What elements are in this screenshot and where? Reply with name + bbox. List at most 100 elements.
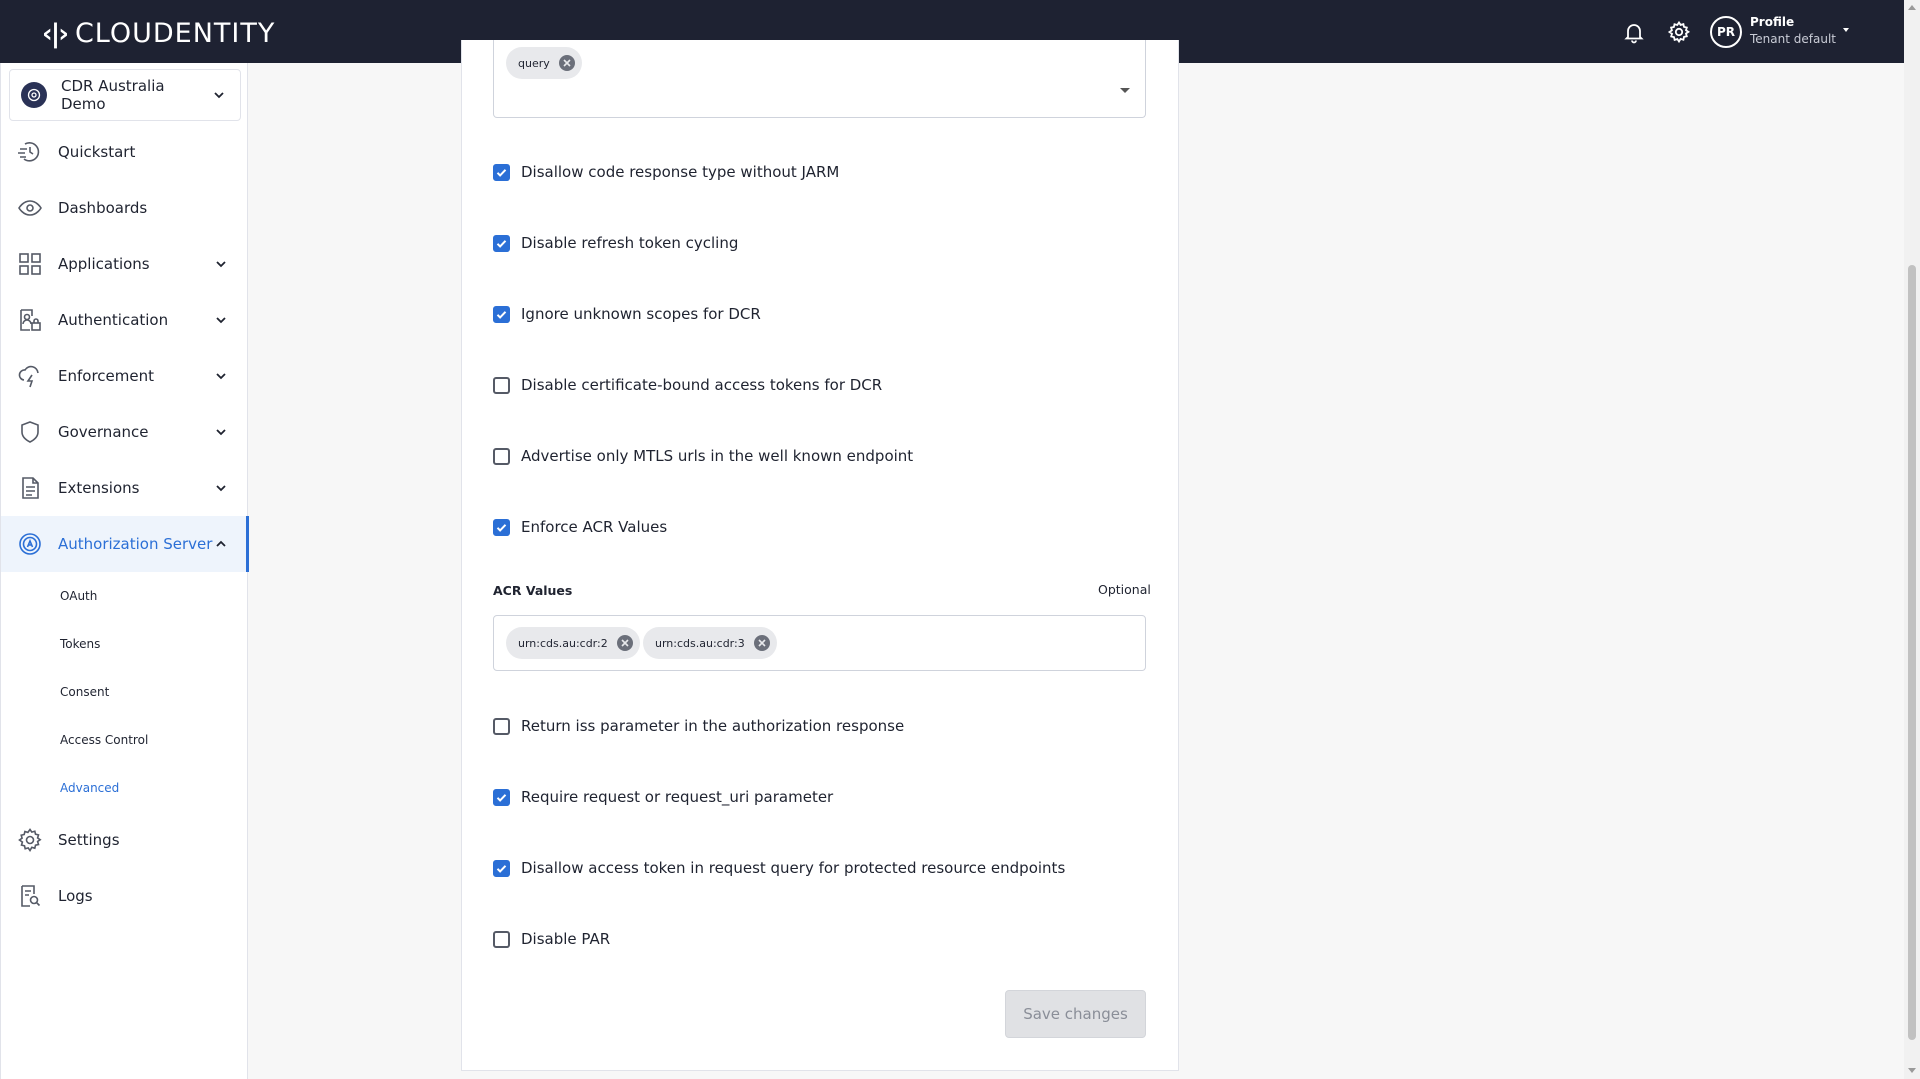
sidebar-item-extensions[interactable]: Extensions xyxy=(1,460,249,516)
chip-label: urn:cds.au:cdr:3 xyxy=(655,636,745,650)
option-enforce-acr-values[interactable]: Enforce ACR Values xyxy=(493,515,667,539)
remove-chip-icon[interactable] xyxy=(753,634,771,652)
option-disable-cert-bound-tokens[interactable]: Disable certificate-bound access tokens … xyxy=(493,373,882,397)
option-disable-par[interactable]: Disable PAR xyxy=(493,927,610,951)
checkbox[interactable] xyxy=(493,518,510,536)
acr-values-label: ACR Values xyxy=(493,583,573,598)
document-icon xyxy=(22,477,39,499)
checkbox[interactable] xyxy=(493,447,510,465)
chevron-down-icon xyxy=(216,429,226,436)
profile-caret-icon[interactable] xyxy=(1843,28,1849,32)
subnav-item-tokens[interactable]: Tokens xyxy=(60,637,100,651)
sidebar-item-authorization-server[interactable]: Authorization Server xyxy=(1,516,249,572)
option-disable-refresh-token-cycling[interactable]: Disable refresh token cycling xyxy=(493,231,738,255)
sidebar: CDR Australia Demo Quickstart Dashboards… xyxy=(0,63,249,1079)
checkbox[interactable] xyxy=(493,717,510,735)
checkbox[interactable] xyxy=(493,234,510,252)
sidebar-item-authentication[interactable]: Authentication xyxy=(1,292,249,348)
sidebar-item-label: Applications xyxy=(58,255,150,273)
option-label: Ignore unknown scopes for DCR xyxy=(521,305,761,323)
workspace-name: CDR Australia Demo xyxy=(61,77,165,113)
eye-icon xyxy=(18,200,42,216)
checkbox[interactable] xyxy=(493,859,510,877)
sidebar-item-enforcement[interactable]: Enforcement xyxy=(1,348,249,404)
chip-acr-value: urn:cds.au:cdr:2 xyxy=(506,627,640,659)
logo-mark-icon: ‹|› xyxy=(42,18,69,49)
subnav-item-oauth[interactable]: OAuth xyxy=(60,589,97,603)
checkmark-icon xyxy=(496,310,507,319)
remove-chip-icon[interactable] xyxy=(616,634,634,652)
workspace-icon xyxy=(21,82,47,108)
gear-icon[interactable] xyxy=(1667,20,1691,44)
checkbox[interactable] xyxy=(493,305,510,323)
workspace-selector[interactable]: CDR Australia Demo xyxy=(9,69,241,121)
chevron-down-icon xyxy=(216,261,226,268)
chevron-down-icon xyxy=(216,373,226,380)
logo[interactable]: ‹|› CLOUDENTITY xyxy=(42,18,275,49)
option-label: Enforce ACR Values xyxy=(521,518,668,536)
quickstart-icon xyxy=(18,142,40,162)
dropdown-caret-icon[interactable] xyxy=(1120,88,1130,93)
chip-label: urn:cds.au:cdr:2 xyxy=(518,636,608,650)
checkbox[interactable] xyxy=(493,163,510,181)
subnav-item-access-control[interactable]: Access Control xyxy=(60,733,148,747)
remove-chip-icon[interactable] xyxy=(558,54,576,72)
acr-optional-label: Optional xyxy=(1098,582,1151,597)
profile-menu[interactable]: Profile Tenant default xyxy=(1750,15,1836,46)
server-a-icon xyxy=(19,533,41,555)
sidebar-item-label: Dashboards xyxy=(58,199,148,217)
checkmark-icon xyxy=(496,864,507,873)
option-label: Disable refresh token cycling xyxy=(521,234,739,252)
sidebar-item-quickstart[interactable]: Quickstart xyxy=(1,124,249,180)
avatar[interactable]: PR xyxy=(1710,16,1742,48)
sidebar-item-label: Authentication xyxy=(58,311,169,329)
acr-values-input[interactable]: urn:cds.au:cdr:2 urn:cds.au:cdr:3 xyxy=(493,615,1146,671)
sidebar-item-logs[interactable]: Logs xyxy=(1,868,249,924)
logo-text: CLOUDENTITY xyxy=(74,18,276,49)
option-label: Advertise only MTLS urls in the well kno… xyxy=(521,447,914,465)
scroll-down-icon[interactable] xyxy=(1908,1068,1916,1073)
sidebar-item-label: Governance xyxy=(58,423,149,441)
checkmark-icon xyxy=(496,168,507,177)
option-advertise-mtls-only[interactable]: Advertise only MTLS urls in the well kno… xyxy=(493,444,913,468)
chevron-up-icon xyxy=(216,540,226,547)
profile-name: Profile xyxy=(1750,15,1795,29)
subnav-item-consent[interactable]: Consent xyxy=(60,685,109,699)
sidebar-item-applications[interactable]: Applications xyxy=(1,236,249,292)
sidebar-item-settings[interactable]: Settings xyxy=(1,812,249,868)
logs-search-icon xyxy=(21,885,41,907)
option-label: Disable certificate-bound access tokens … xyxy=(521,376,883,394)
option-require-request-uri[interactable]: Require request or request_uri parameter xyxy=(493,785,833,809)
settings-card xyxy=(461,40,1179,1071)
sidebar-item-governance[interactable]: Governance xyxy=(1,404,249,460)
shield-icon xyxy=(21,421,39,443)
checkmark-icon xyxy=(496,523,507,532)
sidebar-item-dashboards[interactable]: Dashboards xyxy=(1,180,249,236)
option-label: Disallow access token in request query f… xyxy=(521,859,1066,877)
scrollbar-thumb[interactable] xyxy=(1908,265,1916,1040)
checkbox[interactable] xyxy=(493,930,510,948)
checkmark-icon xyxy=(496,793,507,802)
chip-query: query xyxy=(506,47,582,79)
option-label: Require request or request_uri parameter xyxy=(521,788,834,806)
option-return-iss-parameter[interactable]: Return iss parameter in the authorizatio… xyxy=(493,714,904,738)
option-label: Disallow code response type without JARM xyxy=(521,163,840,181)
chip-acr-value: urn:cds.au:cdr:3 xyxy=(643,627,777,659)
sidebar-item-label: Logs xyxy=(58,887,93,905)
option-label: Return iss parameter in the authorizatio… xyxy=(521,717,905,735)
scroll-up-icon[interactable] xyxy=(1908,5,1916,10)
response-modes-select[interactable]: query xyxy=(493,40,1146,118)
option-disallow-token-in-query[interactable]: Disallow access token in request query f… xyxy=(493,856,1065,880)
option-disallow-code-without-jarm[interactable]: Disallow code response type without JARM xyxy=(493,160,839,184)
option-ignore-unknown-scopes[interactable]: Ignore unknown scopes for DCR xyxy=(493,302,761,326)
user-lock-icon xyxy=(20,309,41,331)
tenant-label: Tenant default xyxy=(1750,32,1836,46)
subnav-item-advanced[interactable]: Advanced xyxy=(60,781,119,795)
checkbox[interactable] xyxy=(493,788,510,806)
sidebar-item-label: Quickstart xyxy=(58,143,136,161)
chip-label: query xyxy=(518,56,550,70)
bell-icon[interactable] xyxy=(1622,20,1646,44)
chevron-down-icon xyxy=(214,92,224,99)
save-button[interactable]: Save changes xyxy=(1005,990,1146,1038)
checkbox[interactable] xyxy=(493,376,510,394)
